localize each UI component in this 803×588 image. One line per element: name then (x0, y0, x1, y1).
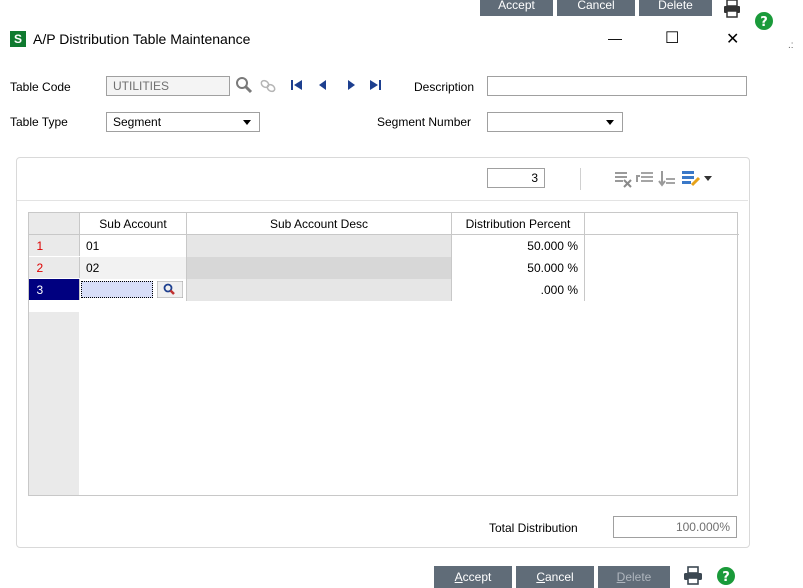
help-icon[interactable]: ? (716, 566, 736, 586)
grid-options-icon[interactable] (681, 169, 701, 189)
distribution-percent-cell[interactable]: .000 % (451, 278, 585, 301)
close-button[interactable]: ✕ (726, 29, 739, 49)
svg-text:?: ? (760, 15, 768, 30)
first-record-icon[interactable] (290, 79, 304, 91)
move-row-icon[interactable] (658, 170, 676, 188)
grid-corner-header (28, 212, 80, 235)
maximize-button[interactable]: ☐ (665, 28, 679, 48)
top-cancel-button[interactable]: Cancel (557, 0, 635, 16)
segment-number-label: Segment Number (377, 115, 472, 129)
cancel-button[interactable]: Cancel (516, 566, 594, 588)
column-header-distribution-percent[interactable]: Distribution Percent (451, 212, 585, 235)
column-header-filler (584, 212, 739, 235)
insert-row-icon[interactable] (636, 170, 654, 188)
toolbar-separator (580, 168, 581, 190)
delete-button[interactable]: Delete (598, 566, 670, 588)
table-row[interactable]: 3 .000 % (28, 278, 739, 301)
total-distribution-value: 100.000% (613, 516, 737, 538)
segment-number-chevron-down-icon[interactable] (606, 120, 614, 125)
description-input[interactable] (487, 76, 747, 96)
minimize-button[interactable]: — (608, 30, 622, 46)
app-icon: S (10, 31, 26, 47)
sub-account-cell-active[interactable] (79, 278, 187, 301)
description-label: Description (414, 80, 475, 94)
table-type-select[interactable]: Segment (106, 112, 260, 132)
row-number-selected[interactable]: 3 (28, 278, 80, 301)
column-header-sub-account[interactable]: Sub Account (79, 212, 187, 235)
svg-text:?: ? (722, 570, 730, 585)
sub-account-desc-cell (186, 278, 452, 301)
top-help-icon[interactable]: ? (754, 11, 774, 31)
panel-divider (17, 200, 748, 201)
grid-menu-chevron-down-icon[interactable] (704, 176, 712, 182)
row-number[interactable]: 2 (28, 256, 80, 279)
last-record-icon[interactable] (368, 79, 382, 91)
sub-account-cell[interactable]: 01 (79, 234, 187, 257)
total-distribution-label: Total Distribution (489, 521, 578, 535)
sub-account-lookup-icon[interactable] (157, 280, 183, 298)
table-type-chevron-down-icon[interactable] (243, 120, 251, 125)
distribution-percent-cell[interactable]: 50.000 % (451, 256, 585, 279)
sub-account-editor[interactable] (81, 280, 153, 298)
top-delete-button[interactable]: Delete (639, 0, 712, 16)
sub-account-cell[interactable]: 02 (79, 256, 187, 279)
printer-icon[interactable] (682, 566, 704, 586)
segment-number-select[interactable] (487, 112, 623, 132)
filler-cell (585, 279, 739, 301)
table-code-label: Table Code (10, 80, 71, 94)
top-printer-icon[interactable] (722, 0, 742, 18)
filler-cell (585, 235, 739, 257)
window-title: A/P Distribution Table Maintenance (33, 31, 251, 47)
next-record-icon[interactable] (346, 79, 356, 91)
resize-grip-icon: .: (788, 40, 794, 51)
sub-account-desc-cell (186, 256, 452, 279)
table-type-label: Table Type (10, 115, 68, 129)
row-number-gutter (28, 312, 79, 496)
accept-button[interactable]: Accept (434, 566, 512, 588)
table-row[interactable]: 2 02 50.000 % (28, 256, 739, 279)
table-row[interactable]: 1 01 50.000 % (28, 234, 739, 257)
link-icon[interactable] (259, 77, 277, 95)
lookup-search-icon[interactable] (235, 76, 255, 94)
column-header-sub-account-desc[interactable]: Sub Account Desc (186, 212, 452, 235)
top-accept-button[interactable]: Accept (480, 0, 553, 16)
previous-record-icon[interactable] (318, 79, 328, 91)
filler-cell (585, 257, 739, 279)
row-number[interactable]: 1 (28, 234, 80, 257)
table-code-input[interactable]: UTILITIES (106, 76, 230, 96)
row-count-field[interactable]: 3 (487, 168, 545, 188)
distribution-grid: Sub Account Sub Account Desc Distributio… (28, 212, 739, 301)
distribution-percent-cell[interactable]: 50.000 % (451, 234, 585, 257)
delete-rows-icon[interactable] (614, 170, 632, 188)
sub-account-desc-cell (186, 234, 452, 257)
